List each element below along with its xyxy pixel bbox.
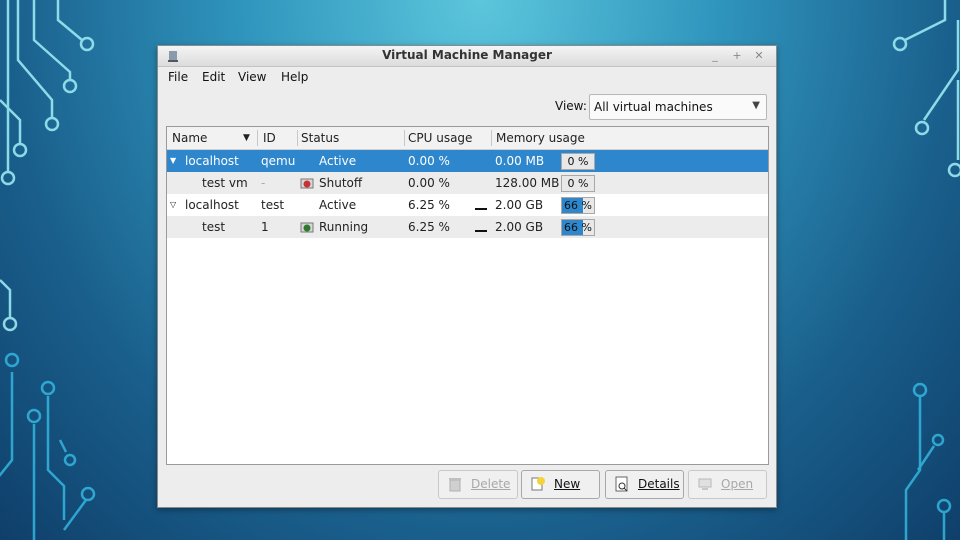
memory-bar: 0 % [561,175,595,192]
menu-file[interactable]: File [168,70,188,84]
chevron-down-icon: ▼ [752,100,760,111]
new-button-label: New [554,477,581,491]
table-row[interactable]: ▽ localhost test Active 6.25 % 2.00 GB 6… [167,194,768,216]
cpu-sparkline [475,230,487,232]
table-row[interactable]: test vm - Shutoff 0.00 % 128.00 MB 0 % [167,172,768,194]
trash-icon [449,478,461,492]
menu-edit[interactable]: Edit [202,70,225,84]
table-row[interactable]: test 1 Running 6.25 % 2.00 GB 66 % [167,216,768,238]
row-cpu: 0.00 % [408,154,450,168]
open-button-label: Open [721,477,754,491]
cpu-sparkline [475,208,487,210]
row-memory: 2.00 GB [495,198,544,212]
row-status: Shutoff [319,176,363,190]
column-header-status[interactable]: Status [301,131,339,145]
view-filter-select[interactable]: All virtual machines ▼ [589,94,767,120]
window-title: Virtual Machine Manager [382,48,552,62]
shutoff-icon [300,178,314,189]
details-button[interactable]: Details [605,470,684,499]
memory-percent: 0 % [567,155,589,168]
details-button-label: Details [638,477,680,491]
column-header-name[interactable]: Name [172,131,207,145]
row-name: localhost [185,154,239,168]
memory-percent: 0 % [567,177,589,190]
row-id: - [261,176,266,190]
running-icon [300,222,314,233]
open-button[interactable]: Open [688,470,767,499]
menu-bar: File Edit View Help [158,67,776,87]
row-status: Running [319,220,369,234]
row-id: test [261,198,285,212]
delete-button[interactable]: Delete [438,470,518,499]
column-header-cpu[interactable]: CPU usage [408,131,472,145]
column-header-memory[interactable]: Memory usage [496,131,585,145]
row-memory: 0.00 MB [495,154,545,168]
row-name: localhost [185,198,239,212]
row-status: Active [319,154,357,168]
new-button[interactable]: New [521,470,600,499]
view-filter-label: View: [555,99,587,113]
memory-percent: 66 % [564,199,592,212]
monitor-icon [698,478,712,490]
view-filter-value: All virtual machines [594,100,713,114]
delete-button-label: Delete [471,477,511,491]
memory-bar: 0 % [561,153,595,170]
row-memory: 128.00 MB [495,176,560,190]
row-memory: 2.00 GB [495,220,544,234]
table-header: Name ▼ ID Status CPU usage Memory usage [167,127,768,150]
memory-bar: 66 % [561,197,595,214]
row-id: 1 [261,220,269,234]
menu-help[interactable]: Help [281,70,308,84]
row-name: test vm [202,176,248,190]
title-bar[interactable]: Virtual Machine Manager _ + ✕ [158,46,776,67]
row-cpu: 6.25 % [408,220,450,234]
maximize-button[interactable]: + [730,49,744,63]
menu-view[interactable]: View [238,70,266,84]
memory-bar: 66 % [561,219,595,236]
row-name: test [202,220,226,234]
details-icon [615,476,628,492]
minimize-button[interactable]: _ [708,49,722,63]
memory-percent: 66 % [564,221,592,234]
collapse-arrow-icon[interactable]: ▽ [170,200,176,209]
close-button[interactable]: ✕ [752,49,766,63]
vm-table: Name ▼ ID Status CPU usage Memory usage … [166,126,769,465]
sort-arrow-icon: ▼ [243,133,250,143]
row-cpu: 6.25 % [408,198,450,212]
row-status: Active [319,198,357,212]
collapse-arrow-icon[interactable]: ▼ [170,156,176,165]
row-id: qemu [261,154,296,168]
column-header-id[interactable]: ID [263,131,276,145]
table-row[interactable]: ▼ localhost qemu Active 0.00 % 0.00 MB 0… [167,150,768,172]
new-vm-icon [531,477,545,491]
row-cpu: 0.00 % [408,176,450,190]
vm-manager-window: Virtual Machine Manager _ + ✕ File Edit … [157,45,777,508]
